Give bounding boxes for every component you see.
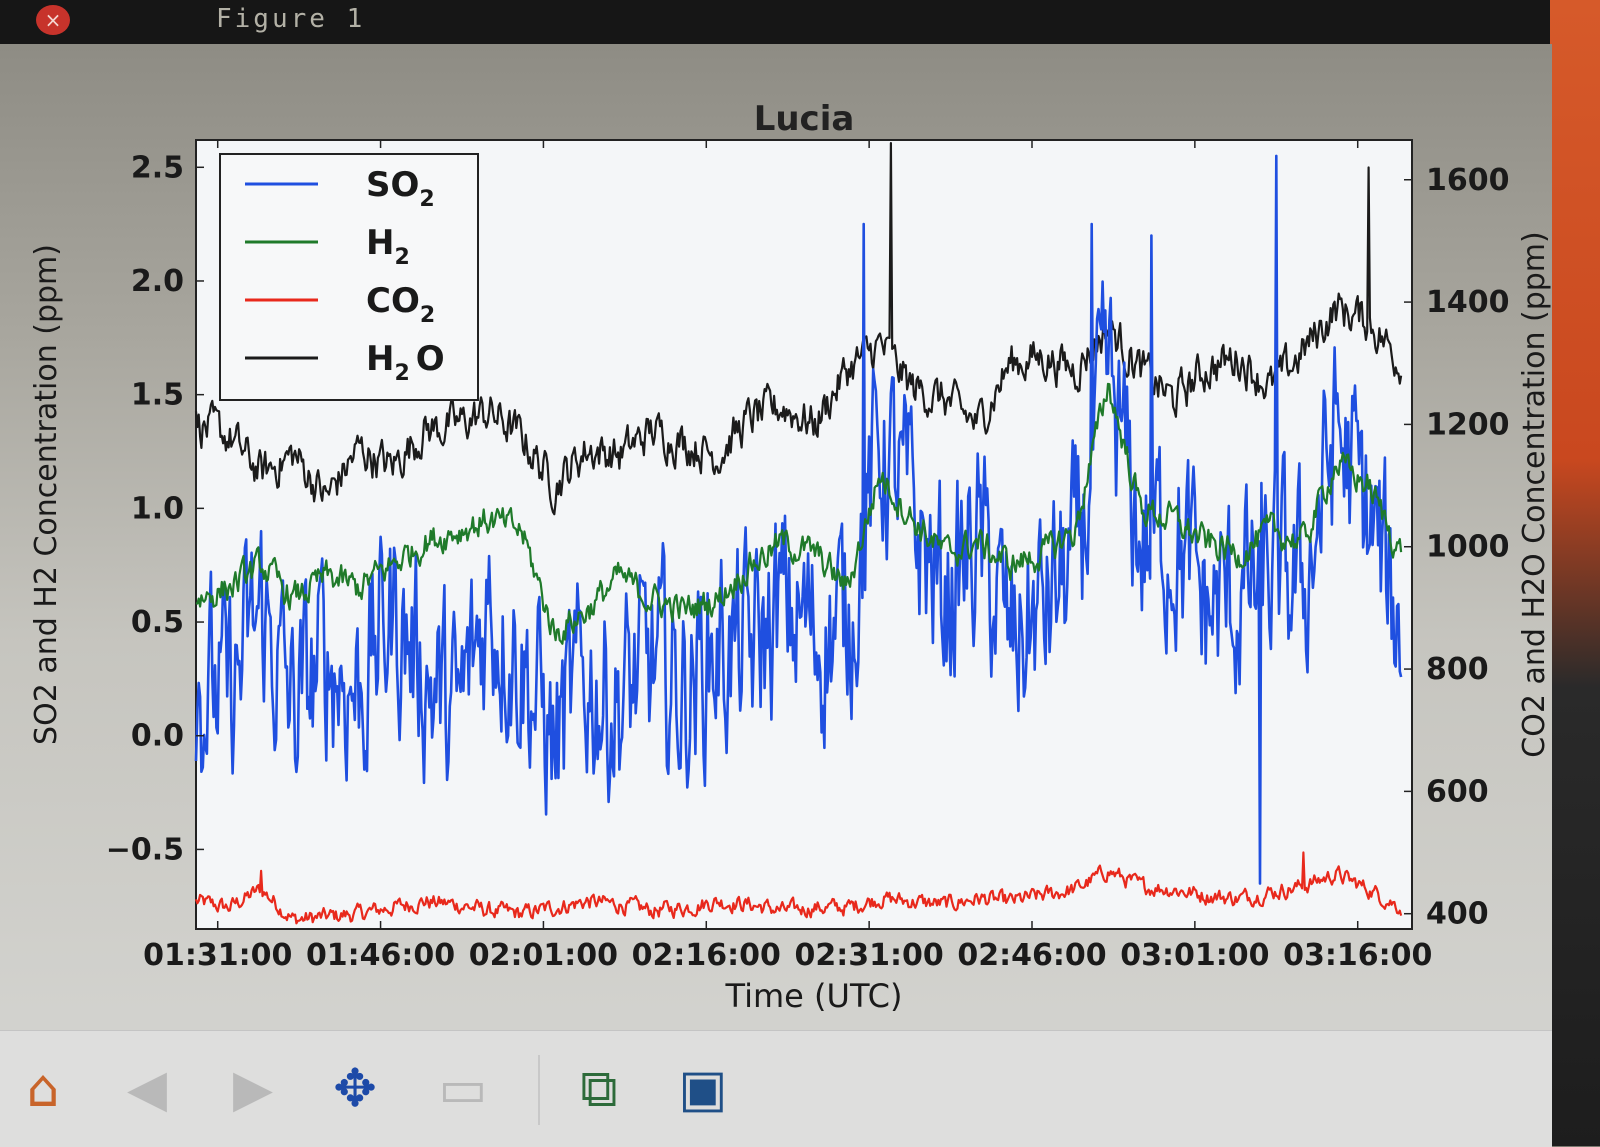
chart-title: Lucia <box>754 99 855 139</box>
y-right-tick-label: 1000 <box>1426 530 1510 565</box>
x-tick-label: 02:01:00 <box>469 938 618 973</box>
y-right-axis-label: CO2 and H2O Concentration (ppm) <box>1517 231 1552 757</box>
y-left-tick-label: 1.0 <box>131 491 184 526</box>
legend-label-subscript: 2 <box>419 187 434 212</box>
desktop-edge <box>1550 0 1600 1146</box>
y-left-tick-label: 2.0 <box>131 264 184 299</box>
back-arrow-icon[interactable]: ◀ <box>112 1057 182 1121</box>
legend: SO2H2CO2H2 O <box>219 153 479 401</box>
chart: 01:31:00 01:46:00 02:01:00 02:16:00 02:31:00… <box>29 99 1552 1015</box>
y-right-tick-label: 600 <box>1426 774 1489 809</box>
x-tick-label: 02:16:00 <box>632 938 781 973</box>
window-titlebar: × Figure 1 <box>0 0 1600 44</box>
forward-arrow-icon[interactable]: ▶ <box>218 1057 288 1121</box>
x-tick-label: 03:16:00 <box>1283 938 1432 973</box>
figure-canvas: 01:31:00 01:46:00 02:01:00 02:16:00 02:31:00… <box>0 44 1552 1044</box>
x-tick-label: 02:46:00 <box>957 938 1106 973</box>
save-floppy-icon[interactable]: ▣ <box>668 1057 738 1121</box>
y-left-tick-label: 1.5 <box>131 378 184 413</box>
y-left-tick-label: 0.5 <box>131 605 184 640</box>
y-right-tick-label: 1200 <box>1426 407 1510 442</box>
y-left-tick-label: 0.0 <box>131 719 184 754</box>
legend-label-subscript: 2 <box>394 361 409 386</box>
legend-label-main: H <box>366 223 394 263</box>
navigation-toolbar: ⌂ ◀ ▶ ✥ ▭ ⧉ ▣ <box>0 1030 1552 1147</box>
legend-label-main: SO <box>366 165 419 205</box>
y-left-axis-label: SO2 and H2 Concentration (ppm) <box>29 244 64 745</box>
y-right-tick-label: 1600 <box>1426 163 1510 198</box>
x-axis-label: Time (UTC) <box>725 977 903 1015</box>
legend-label-subscript: 2 <box>420 303 435 328</box>
y-right-tick-label: 800 <box>1426 652 1489 687</box>
x-tick-label: 02:31:00 <box>795 938 944 973</box>
y-left-tick-label: −0.5 <box>106 832 184 867</box>
legend-label-main: H <box>366 339 394 379</box>
subplots-config-icon[interactable]: ⧉ <box>564 1057 634 1121</box>
zoom-rect-icon[interactable]: ▭ <box>428 1057 498 1121</box>
toolbar-separator <box>538 1055 540 1125</box>
legend-label-main: CO <box>366 281 420 321</box>
legend-label-subscript: 2 <box>394 245 409 270</box>
close-icon[interactable]: × <box>36 5 70 35</box>
pan-move-icon[interactable]: ✥ <box>320 1057 390 1121</box>
x-tick-label: 01:31:00 <box>143 938 292 973</box>
y-left-tick-label: 2.5 <box>131 150 184 185</box>
window-title: Figure 1 <box>216 4 366 34</box>
y-right-tick-label: 400 <box>1426 897 1489 932</box>
home-icon[interactable]: ⌂ <box>8 1057 78 1121</box>
legend-label-tail: O <box>416 339 445 379</box>
x-tick-label: 03:01:00 <box>1120 938 1269 973</box>
y-right-tick-label: 1400 <box>1426 285 1510 320</box>
x-tick-label: 01:46:00 <box>306 938 455 973</box>
